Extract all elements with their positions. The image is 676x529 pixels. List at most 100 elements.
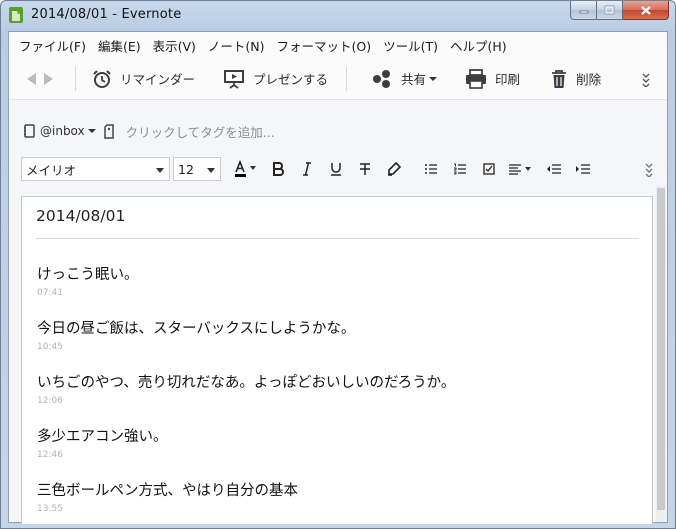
numbered-list-icon xyxy=(453,163,466,175)
align-left-icon xyxy=(509,164,531,175)
print-button[interactable]: 印刷 xyxy=(465,64,520,94)
toolbar: リマインダー プレゼンする 共有 印刷 削除 xyxy=(9,58,667,100)
checkbox-icon xyxy=(482,163,495,175)
outdent-button[interactable] xyxy=(539,157,568,181)
font-family-select[interactable]: メイリオ xyxy=(21,157,170,181)
entry-timestamp: 12:46 xyxy=(37,450,63,460)
bullet-list-button[interactable] xyxy=(416,157,445,181)
text-color-icon xyxy=(235,160,256,177)
toolbar-divider xyxy=(346,66,348,91)
align-button[interactable] xyxy=(503,157,539,181)
format-overflow-button[interactable] xyxy=(634,157,663,181)
toolbar-divider xyxy=(75,66,76,91)
print-label: 印刷 xyxy=(495,72,521,87)
window-title: 2014/08/01 - Evernote xyxy=(31,7,182,22)
menu-note[interactable]: ノート(N) xyxy=(204,36,273,55)
tag-bar: @inbox クリックしてタグを追加... xyxy=(9,116,667,146)
share-label: 共有 xyxy=(401,72,427,87)
client-area: ファイル(F) 編集(E) 表示(V) ノート(N) フォーマット(O) ツール… xyxy=(8,31,668,524)
back-arrow-icon xyxy=(27,72,36,85)
evernote-app-icon xyxy=(9,7,23,23)
close-button[interactable] xyxy=(623,1,669,20)
editor-scrollbar[interactable] xyxy=(656,186,666,522)
bold-button[interactable] xyxy=(263,157,292,181)
menu-format[interactable]: フォーマット(O) xyxy=(273,36,380,55)
note-entry: いちごのやつ、売り切れだなあ。よっぽどおいしいのだろうか。 12:06 xyxy=(37,371,455,406)
minimize-icon xyxy=(579,10,588,14)
menu-file[interactable]: ファイル(F) xyxy=(15,36,94,55)
entry-text[interactable]: いちごのやつ、売り切れだなあ。よっぽどおいしいのだろうか。 xyxy=(37,371,455,392)
alarm-clock-icon xyxy=(93,69,111,88)
note-entry: 今日の昼ご飯は、スターバックスにしようかな。 10:45 xyxy=(37,317,355,352)
indent-icon xyxy=(575,164,590,174)
bullet-list-icon xyxy=(424,164,437,174)
forward-button[interactable] xyxy=(43,64,63,94)
note-entry: けっこう眠い。 07:41 xyxy=(37,263,139,298)
tag-icon xyxy=(103,123,114,139)
notebook-selector[interactable]: @inbox xyxy=(40,124,85,138)
note-entry: 三色ボールペン方式、やはり自分の基本 13:55 xyxy=(37,479,298,514)
maximize-button[interactable] xyxy=(597,1,623,20)
menu-edit[interactable]: 編集(E) xyxy=(94,36,149,55)
entry-text[interactable]: 多少エアコン強い。 xyxy=(37,425,168,446)
window-controls xyxy=(570,1,669,21)
menu-view[interactable]: 表示(V) xyxy=(149,36,204,55)
note-entry: 多少エアコン強い。 12:46 xyxy=(37,425,168,460)
note-title[interactable]: 2014/08/01 xyxy=(36,207,125,225)
printer-icon xyxy=(466,68,487,89)
maximize-icon xyxy=(604,5,615,15)
strikethrough-icon xyxy=(359,163,370,175)
double-chevron-down-icon xyxy=(645,163,652,177)
notebook-dropdown-caret-icon[interactable] xyxy=(87,128,96,134)
chevron-down-icon xyxy=(156,168,164,173)
numbered-list-button[interactable] xyxy=(445,157,474,181)
menu-help[interactable]: ヘルプ(H) xyxy=(446,36,515,55)
trash-icon xyxy=(552,69,567,88)
highlight-button[interactable] xyxy=(379,157,408,181)
entry-text[interactable]: 三色ボールペン方式、やはり自分の基本 xyxy=(37,479,298,500)
underline-button[interactable] xyxy=(321,157,350,181)
checkbox-button[interactable] xyxy=(474,157,503,181)
outdent-icon xyxy=(546,164,561,174)
presentation-icon xyxy=(224,69,245,89)
title-divider xyxy=(36,238,639,239)
bold-icon xyxy=(272,162,284,176)
title-bar[interactable]: 2014/08/01 - Evernote xyxy=(1,1,675,31)
share-button[interactable]: 共有 xyxy=(371,64,438,94)
share-dropdown-caret-icon xyxy=(429,76,438,81)
present-button[interactable]: プレゼンする xyxy=(223,64,328,94)
italic-icon xyxy=(302,162,311,176)
forward-arrow-icon xyxy=(44,72,53,85)
underline-icon xyxy=(330,163,341,176)
indent-button[interactable] xyxy=(568,157,597,181)
double-chevron-down-icon xyxy=(642,73,650,87)
font-family-value: メイリオ xyxy=(26,162,77,178)
minimize-button[interactable] xyxy=(570,1,597,20)
delete-label: 削除 xyxy=(576,72,602,87)
font-size-select[interactable]: 12 xyxy=(173,157,221,181)
toolbar-overflow-button[interactable] xyxy=(641,64,659,94)
share-icon xyxy=(373,69,391,88)
back-button[interactable] xyxy=(25,64,43,94)
italic-button[interactable] xyxy=(292,157,321,181)
entry-timestamp: 07:41 xyxy=(37,288,63,298)
menu-bar: ファイル(F) 編集(E) 表示(V) ノート(N) フォーマット(O) ツール… xyxy=(9,32,667,58)
entry-text[interactable]: 今日の昼ご飯は、スターバックスにしようかな。 xyxy=(37,317,355,338)
close-icon xyxy=(640,5,651,15)
strikethrough-button[interactable] xyxy=(350,157,379,181)
reminder-label: リマインダー xyxy=(120,72,196,87)
delete-button[interactable]: 削除 xyxy=(550,64,601,94)
note-editor[interactable]: 2014/08/01 けっこう眠い。 07:41 今日の昼ご飯は、スターバックス… xyxy=(21,196,653,524)
present-label: プレゼンする xyxy=(253,72,329,87)
format-toolbar: メイリオ 12 xyxy=(9,154,667,184)
font-size-value: 12 xyxy=(178,161,194,177)
entry-text[interactable]: けっこう眠い。 xyxy=(37,263,139,284)
text-color-button[interactable] xyxy=(229,157,263,181)
entry-timestamp: 13:55 xyxy=(37,504,63,514)
entry-timestamp: 12:06 xyxy=(37,396,63,406)
menu-tools[interactable]: ツール(T) xyxy=(379,36,446,55)
reminder-button[interactable]: リマインダー xyxy=(92,64,195,94)
app-window: 2014/08/01 - Evernote ファイル(F) 編集(E) 表示(V… xyxy=(0,0,676,529)
tag-input[interactable]: クリックしてタグを追加... xyxy=(126,122,275,141)
scrollbar-thumb[interactable] xyxy=(657,188,665,510)
